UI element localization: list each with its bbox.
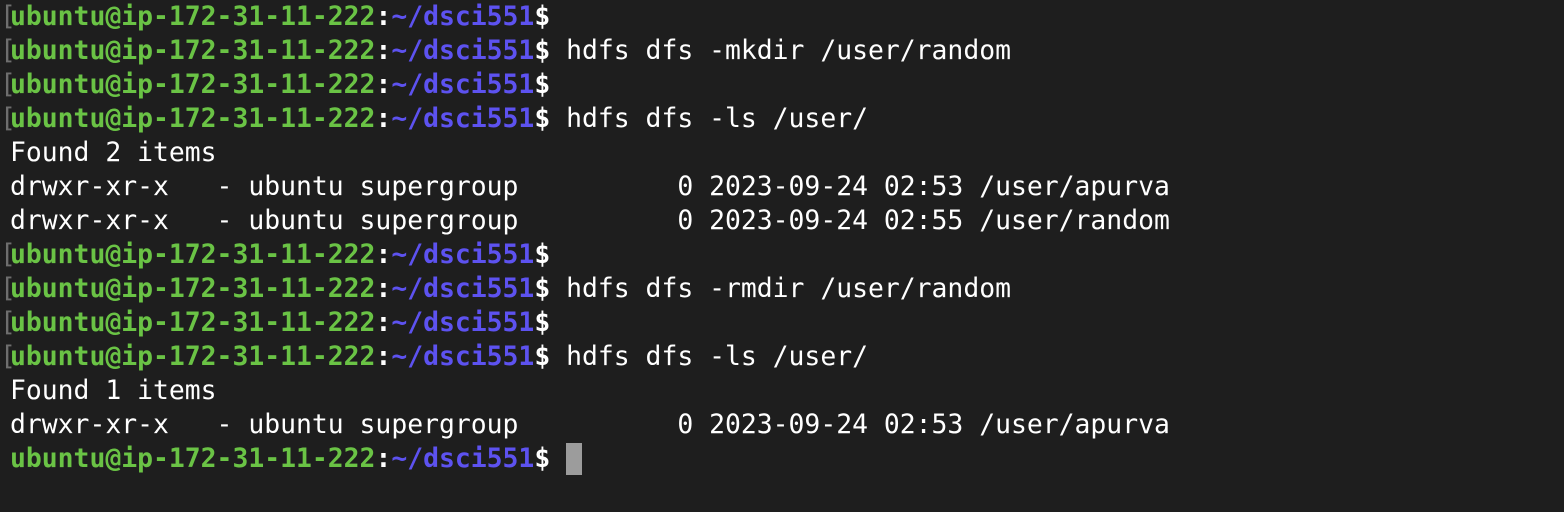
line-marker: [: [0, 103, 16, 134]
output-line: Found 2 items: [0, 136, 1564, 170]
prompt-colon: :: [375, 239, 392, 270]
prompt-dollar: $: [534, 103, 551, 134]
prompt-path: ~/dsci551: [391, 239, 535, 270]
output-line: drwxr-xr-x - ubuntu supergroup 0 2023-09…: [0, 408, 1564, 442]
prompt-dollar: $: [534, 1, 551, 32]
prompt-path: ~/dsci551: [391, 1, 535, 32]
prompt-path: ~/dsci551: [391, 443, 535, 474]
output-text: Found 1 items: [10, 375, 217, 406]
prompt-dollar: $: [534, 307, 551, 338]
prompt-line: [ubuntu@ip-172-31-11-222:~/dsci551$: [0, 238, 1564, 272]
output-line: drwxr-xr-x - ubuntu supergroup 0 2023-09…: [0, 170, 1564, 204]
prompt-dollar: $: [534, 69, 551, 100]
prompt-user-host: ubuntu@ip-172-31-11-222: [10, 1, 376, 32]
prompt-line: [ubuntu@ip-172-31-11-222:~/dsci551$: [0, 0, 1564, 34]
prompt-colon: :: [375, 103, 392, 134]
command-text: hdfs dfs -ls /user/: [550, 103, 868, 134]
line-marker: [: [0, 273, 16, 304]
prompt-colon: :: [375, 35, 392, 66]
prompt-line: [ubuntu@ip-172-31-11-222:~/dsci551$ hdfs…: [0, 272, 1564, 306]
prompt-user-host: ubuntu@ip-172-31-11-222: [10, 341, 376, 372]
text-cursor: [566, 443, 583, 475]
line-marker: [: [0, 239, 16, 270]
line-marker: [: [0, 1, 16, 32]
prompt-user-host: ubuntu@ip-172-31-11-222: [10, 239, 376, 270]
prompt-user-host: ubuntu@ip-172-31-11-222: [10, 35, 376, 66]
output-line: Found 1 items: [0, 374, 1564, 408]
prompt-line: [ubuntu@ip-172-31-11-222:~/dsci551$ hdfs…: [0, 34, 1564, 68]
output-text: Found 2 items: [10, 137, 217, 168]
prompt-dollar: $: [534, 273, 551, 304]
prompt-dollar: $: [534, 443, 551, 474]
terminal-window[interactable]: [ubuntu@ip-172-31-11-222:~/dsci551$[ubun…: [0, 0, 1564, 512]
command-text: [550, 443, 566, 474]
prompt-user-host: ubuntu@ip-172-31-11-222: [10, 69, 376, 100]
output-text: drwxr-xr-x - ubuntu supergroup 0 2023-09…: [10, 409, 1170, 440]
command-text: hdfs dfs -ls /user/: [550, 341, 868, 372]
line-marker: [: [0, 35, 16, 66]
prompt-colon: :: [375, 1, 392, 32]
prompt-colon: :: [375, 273, 392, 304]
terminal-output: [ubuntu@ip-172-31-11-222:~/dsci551$[ubun…: [0, 0, 1564, 476]
output-line: drwxr-xr-x - ubuntu supergroup 0 2023-09…: [0, 204, 1564, 238]
prompt-path: ~/dsci551: [391, 273, 535, 304]
prompt-path: ~/dsci551: [391, 341, 535, 372]
prompt-colon: :: [375, 69, 392, 100]
command-text: hdfs dfs -rmdir /user/random: [550, 273, 1011, 304]
prompt-colon: :: [375, 443, 392, 474]
prompt-user-host: ubuntu@ip-172-31-11-222: [10, 273, 376, 304]
prompt-colon: :: [375, 341, 392, 372]
prompt-user-host: ubuntu@ip-172-31-11-222: [10, 103, 376, 134]
output-text: drwxr-xr-x - ubuntu supergroup 0 2023-09…: [10, 171, 1170, 202]
prompt-line: [ubuntu@ip-172-31-11-222:~/dsci551$ hdfs…: [0, 102, 1564, 136]
line-marker: [: [0, 341, 16, 372]
prompt-line: [ubuntu@ip-172-31-11-222:~/dsci551$: [0, 306, 1564, 340]
prompt-line: ubuntu@ip-172-31-11-222:~/dsci551$: [0, 442, 1564, 476]
prompt-line: [ubuntu@ip-172-31-11-222:~/dsci551$ hdfs…: [0, 340, 1564, 374]
line-marker: [: [0, 307, 16, 338]
prompt-dollar: $: [534, 35, 551, 66]
prompt-user-host: ubuntu@ip-172-31-11-222: [10, 443, 376, 474]
prompt-dollar: $: [534, 239, 551, 270]
line-marker: [: [0, 69, 16, 100]
prompt-colon: :: [375, 307, 392, 338]
prompt-user-host: ubuntu@ip-172-31-11-222: [10, 307, 376, 338]
command-text: hdfs dfs -mkdir /user/random: [550, 35, 1011, 66]
prompt-dollar: $: [534, 341, 551, 372]
prompt-line: [ubuntu@ip-172-31-11-222:~/dsci551$: [0, 68, 1564, 102]
prompt-path: ~/dsci551: [391, 307, 535, 338]
prompt-path: ~/dsci551: [391, 103, 535, 134]
prompt-path: ~/dsci551: [391, 69, 535, 100]
output-text: drwxr-xr-x - ubuntu supergroup 0 2023-09…: [10, 205, 1170, 236]
prompt-path: ~/dsci551: [391, 35, 535, 66]
